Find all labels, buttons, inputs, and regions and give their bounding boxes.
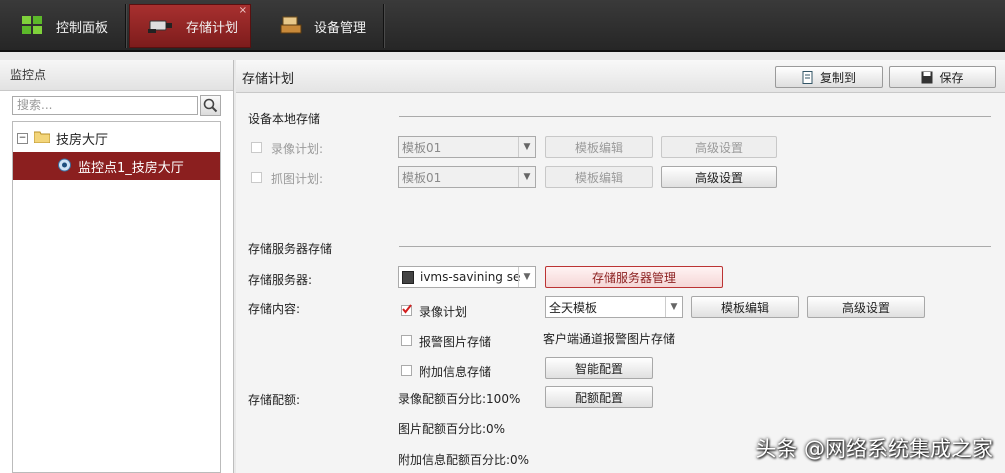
section-local-storage-title: 设备本地存储 xyxy=(248,112,321,126)
search-button[interactable] xyxy=(200,95,221,116)
capture-plan-local-label: 抓图计划: xyxy=(271,172,324,186)
save-button[interactable]: 保存 xyxy=(889,66,996,88)
chevron-down-icon: ▼ xyxy=(518,137,535,157)
tab-label: 设备管理 xyxy=(314,20,367,36)
alarm-picture-checkbox[interactable] xyxy=(401,335,412,346)
record-plan-local-label: 录像计划: xyxy=(271,142,324,156)
section-server-storage-title: 存储服务器存储 xyxy=(248,242,333,256)
device-icon xyxy=(280,16,302,36)
server-icon xyxy=(402,270,414,284)
tree-node-label: 监控点1_技房大厅 xyxy=(78,160,184,176)
smart-config-button[interactable]: 智能配置 xyxy=(545,357,653,379)
tree-node-camera-selected[interactable]: 监控点1_技房大厅 xyxy=(13,152,220,180)
check-icon xyxy=(402,304,412,314)
divider xyxy=(399,116,991,117)
advanced-settings-local-button-2[interactable]: 高级设置 xyxy=(661,166,777,188)
main-panel: 存储计划 复制到 保存 设备本地存储 录像计划: 模板01 ▼ 模板编辑 高级设… xyxy=(236,60,1005,473)
tab-storage-plan[interactable]: 存储计划 × xyxy=(129,4,251,48)
close-icon[interactable]: × xyxy=(239,5,247,16)
record-template-server-select[interactable]: 全天模板 ▼ xyxy=(545,296,683,318)
template-edit-server-button[interactable]: 模板编辑 xyxy=(691,296,799,318)
tree-root-node[interactable]: − 技房大厅 xyxy=(17,124,108,152)
alarm-picture-label: 报警图片存储 xyxy=(419,335,492,349)
record-template-local-select[interactable]: 模板01 ▼ xyxy=(398,136,536,158)
storage-content-label: 存储内容: xyxy=(248,302,301,316)
chevron-down-icon: ▼ xyxy=(518,167,535,187)
record-quota-text: 录像配额百分比:100% xyxy=(398,392,521,406)
camera-point-icon xyxy=(57,157,72,176)
divider xyxy=(399,246,991,247)
storage-server-manage-button[interactable]: 存储服务器管理 xyxy=(545,266,723,288)
storage-quota-label: 存储配额: xyxy=(248,393,301,407)
alarm-picture-note: 客户端通道报警图片存储 xyxy=(543,332,676,346)
top-nav-bar: 控制面板 存储计划 × 设备管理 xyxy=(0,0,1005,52)
grid-icon xyxy=(22,16,44,36)
search-icon xyxy=(203,98,218,113)
record-plan-server-label: 录像计划 xyxy=(419,305,468,319)
quota-config-button[interactable]: 配额配置 xyxy=(545,386,653,408)
select-value: 模板01 xyxy=(402,170,442,185)
picture-quota-text: 图片配额百分比:0% xyxy=(398,422,506,436)
tab-label: 控制面板 xyxy=(56,20,109,36)
save-label: 保存 xyxy=(939,70,964,85)
chevron-down-icon: ▼ xyxy=(665,297,682,317)
tab-control-panel[interactable]: 控制面板 xyxy=(0,4,126,48)
folder-icon xyxy=(33,130,51,147)
tab-device-management[interactable]: 设备管理 xyxy=(254,4,384,48)
save-icon xyxy=(921,71,933,84)
device-tree: − 技房大厅 监控点1_技房大厅 xyxy=(12,121,221,473)
advanced-settings-server-button[interactable]: 高级设置 xyxy=(807,296,925,318)
left-panel: 监控点 搜索... − 技房大厅 监控点1_技房大厅 xyxy=(0,60,234,473)
record-plan-local-checkbox[interactable] xyxy=(251,142,262,153)
template-edit-local-button-1[interactable]: 模板编辑 xyxy=(545,136,653,158)
capture-plan-local-checkbox[interactable] xyxy=(251,172,262,183)
select-value: 模板01 xyxy=(402,140,442,155)
camera-icon xyxy=(148,16,174,36)
tab-label: 存储计划 xyxy=(186,20,239,36)
collapse-icon[interactable]: − xyxy=(17,132,28,144)
select-value: ivms-savining ser xyxy=(420,270,520,284)
copy-to-label: 复制到 xyxy=(819,70,856,85)
advanced-settings-local-button-1[interactable]: 高级设置 xyxy=(661,136,777,158)
copy-icon xyxy=(802,70,814,84)
record-plan-server-checkbox[interactable] xyxy=(401,304,412,316)
capture-template-local-select[interactable]: 模板01 ▼ xyxy=(398,166,536,188)
storage-server-select[interactable]: ivms-savining ser ▼ xyxy=(398,266,536,288)
copy-to-button[interactable]: 复制到 xyxy=(775,66,883,88)
chevron-down-icon: ▼ xyxy=(518,267,535,287)
left-panel-title: 监控点 xyxy=(0,60,233,91)
extra-quota-text: 附加信息配额百分比:0% xyxy=(398,453,530,467)
search-input[interactable]: 搜索... xyxy=(12,96,198,115)
storage-server-label: 存储服务器: xyxy=(248,273,313,287)
template-edit-local-button-2[interactable]: 模板编辑 xyxy=(545,166,653,188)
extra-info-label: 附加信息存储 xyxy=(419,365,492,379)
select-value: 全天模板 xyxy=(549,300,598,315)
extra-info-checkbox[interactable] xyxy=(401,365,412,376)
main-header: 存储计划 复制到 保存 xyxy=(236,60,1005,93)
tree-node-label: 技房大厅 xyxy=(56,132,109,148)
watermark: 头条 @网络系统集成之家 xyxy=(755,437,993,461)
page-title: 存储计划 xyxy=(242,72,295,87)
